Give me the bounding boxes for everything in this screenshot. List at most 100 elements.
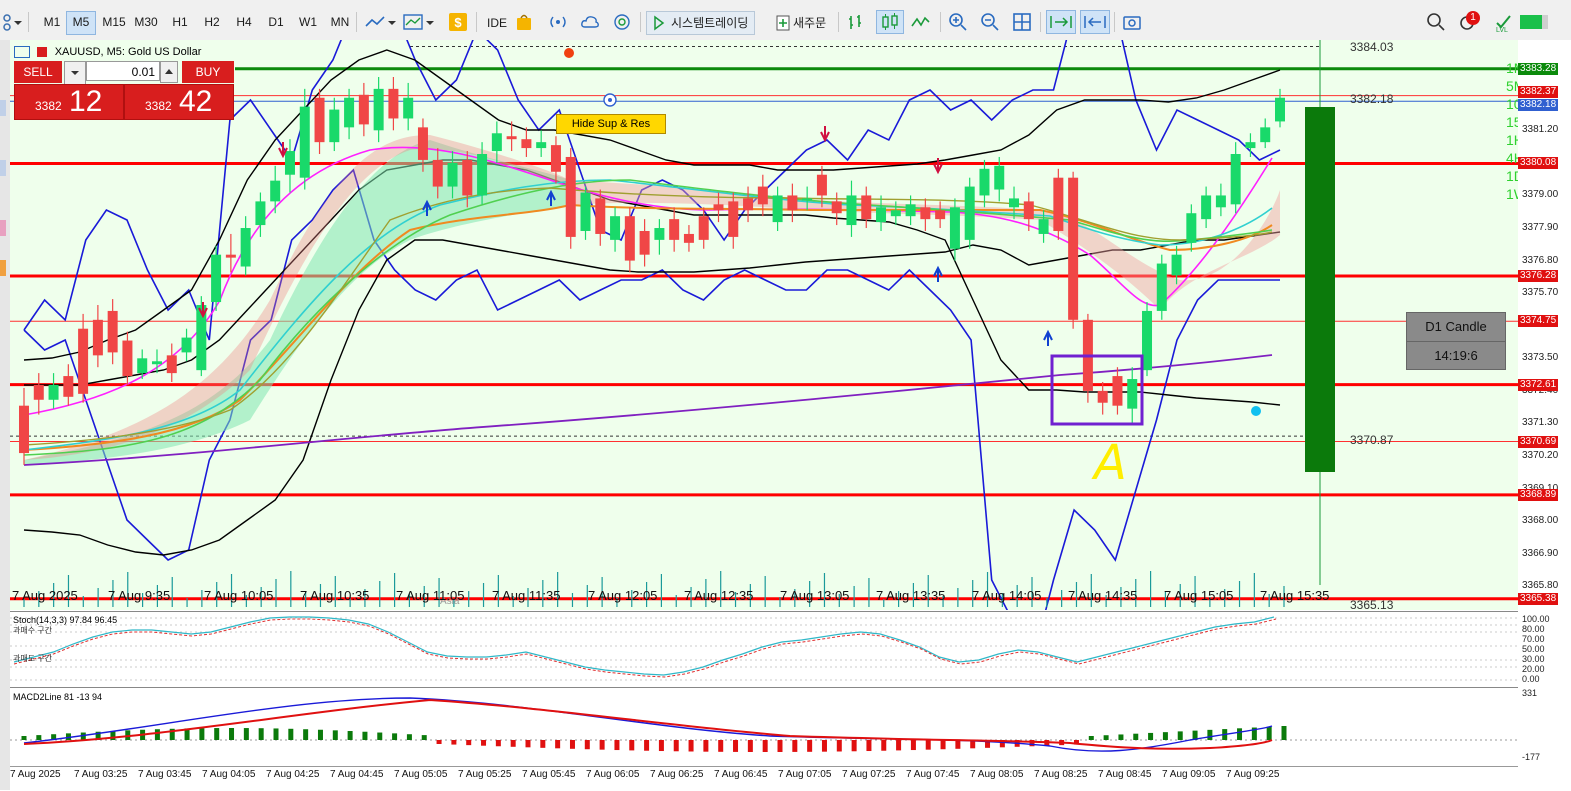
macd-bar-positive: [377, 732, 383, 740]
screenshot-icon[interactable]: [1122, 12, 1142, 32]
time-axis-label: 7 Aug 08:25: [1034, 769, 1088, 780]
macd-bottom-label: -177: [1522, 752, 1541, 762]
chart-time-label: 7 Aug 13:35: [876, 588, 946, 603]
sell-arrow-icon: [820, 126, 830, 143]
macd-bar-negative: [644, 740, 650, 751]
chart-time-label: 7 Aug 15:05: [1164, 588, 1234, 603]
macd-bar-negative: [747, 740, 753, 752]
price-tag: 3382.18: [1518, 99, 1558, 112]
line-chart-icon[interactable]: [910, 12, 930, 32]
chevron-up-icon: [165, 69, 173, 74]
chart-shift-icon[interactable]: [1080, 10, 1110, 34]
cloud-icon[interactable]: [580, 12, 600, 32]
macd-bar-positive: [406, 734, 412, 740]
bull-candle: [1009, 198, 1020, 208]
signals-icon[interactable]: [548, 12, 568, 32]
ide-button[interactable]: IDE: [480, 11, 514, 35]
auto-scroll-icon[interactable]: [1046, 10, 1076, 34]
bear-candle: [624, 216, 635, 261]
timeframe-d1[interactable]: D1: [262, 11, 290, 33]
bear-candle: [713, 204, 724, 211]
dollar-icon[interactable]: $: [448, 12, 468, 32]
instrument-icon: [37, 46, 48, 57]
time-axis[interactable]: 7 Aug 2025 7 Aug 03:25 7 Aug 03:45 7 Aug 04…: [10, 766, 1518, 791]
separator: [356, 12, 357, 32]
search-icon[interactable]: [1426, 12, 1446, 32]
bear-candle: [358, 94, 369, 125]
bear-candle: [1053, 177, 1064, 231]
chart-time-label: 7 Aug 13:05: [780, 588, 850, 603]
algo-trading-button[interactable]: 시스템트레이딩: [646, 11, 756, 35]
bull-candle: [994, 165, 1005, 190]
bear-candle: [935, 210, 946, 220]
price-chart[interactable]: XAUUSD, M5: Gold US Dollar SELL 0.01 BUY…: [10, 40, 1527, 612]
macd-bar-negative: [777, 740, 783, 752]
timeframe-m5[interactable]: M5: [66, 11, 96, 35]
bull-candle: [240, 228, 251, 267]
macd-bar-positive: [1177, 731, 1183, 740]
stochastic-panel[interactable]: Stoch(14,3,3) 97.84 96.45 과매수 구간 과매도 구간: [10, 611, 1518, 686]
connection-bar-fill: [1520, 15, 1542, 29]
tile-windows-icon[interactable]: [1012, 12, 1032, 32]
bar-chart-icon[interactable]: [846, 12, 866, 32]
timeframe-mn[interactable]: MN: [326, 11, 354, 33]
timeframe-h1[interactable]: H1: [166, 11, 194, 33]
bear-candle: [757, 186, 768, 205]
timeframe-w1[interactable]: W1: [294, 11, 322, 33]
d1-candle-panel: D1 Candle 14:19:6: [1406, 312, 1506, 370]
macd-bar-positive: [199, 728, 205, 740]
vps-icon[interactable]: [612, 12, 632, 32]
bull-candle: [270, 180, 281, 202]
bear-candle: [314, 97, 325, 143]
price-axis-label: 3379.00: [1522, 189, 1559, 201]
stochastic-level-label: 50.00: [1522, 644, 1545, 654]
macd-bar-negative: [481, 740, 487, 746]
bull-candle: [654, 228, 665, 240]
chevron-down-icon[interactable]: [12, 12, 24, 32]
chart-time-label: 7 Aug 10:35: [300, 588, 370, 603]
timeframe-m15[interactable]: M15: [100, 11, 128, 33]
strip-marker: [0, 100, 6, 116]
time-axis-label: 7 Aug 05:25: [458, 769, 512, 780]
bull-candle: [181, 337, 192, 353]
bull-candle: [905, 204, 916, 217]
macd-bar-negative: [836, 740, 842, 752]
time-axis-label: 7 Aug 04:05: [202, 769, 256, 780]
line-chart-type-icon[interactable]: [364, 12, 398, 32]
chart-template-icon[interactable]: [402, 12, 436, 32]
separator: [1114, 12, 1115, 32]
timeframe-h2[interactable]: H2: [198, 11, 226, 33]
macd-panel[interactable]: MACD2Line 81 -13 94: [10, 687, 1518, 766]
macd-bar-positive: [214, 728, 220, 740]
volume-input[interactable]: 0.01: [86, 61, 160, 81]
timeframe-m1[interactable]: M1: [38, 11, 66, 33]
macd-bar-positive: [347, 731, 353, 740]
buy-button[interactable]: BUY: [182, 61, 234, 83]
volume-up-button[interactable]: [160, 61, 178, 83]
buy-price-box[interactable]: 3382 42: [124, 84, 234, 120]
new-order-button[interactable]: 새주문: [770, 11, 833, 35]
bear-candle: [19, 405, 29, 454]
volume-dropdown[interactable]: [64, 61, 86, 85]
bull-candle: [373, 88, 384, 131]
price-axis[interactable]: 3381.20 3379.00 3377.90 3376.80 3375.70 3373.…: [1518, 40, 1571, 790]
zoom-out-icon[interactable]: [980, 12, 1000, 32]
bear-candle: [521, 139, 532, 149]
zoom-in-icon[interactable]: [948, 12, 968, 32]
market-bag-icon[interactable]: [514, 12, 534, 32]
stochastic-canvas: [10, 616, 1518, 681]
macd-bar-positive: [392, 733, 398, 740]
bear-candle: [388, 88, 399, 119]
macd-bar-positive: [1207, 729, 1213, 740]
buy-price-small: 3382: [145, 99, 172, 113]
macd-bar-negative: [925, 740, 931, 750]
candlestick-chart-icon[interactable]: [876, 10, 904, 34]
hide-sup-res-button[interactable]: Hide Sup & Res: [556, 114, 666, 134]
sell-price-box[interactable]: 3382 12: [14, 84, 124, 120]
bull-candle: [255, 201, 266, 226]
timeframe-h4[interactable]: H4: [230, 11, 258, 33]
time-axis-label: 7 Aug 08:45: [1098, 769, 1152, 780]
timeframe-m30[interactable]: M30: [132, 11, 160, 33]
bear-candle: [462, 159, 473, 196]
sell-button[interactable]: SELL: [14, 61, 62, 83]
